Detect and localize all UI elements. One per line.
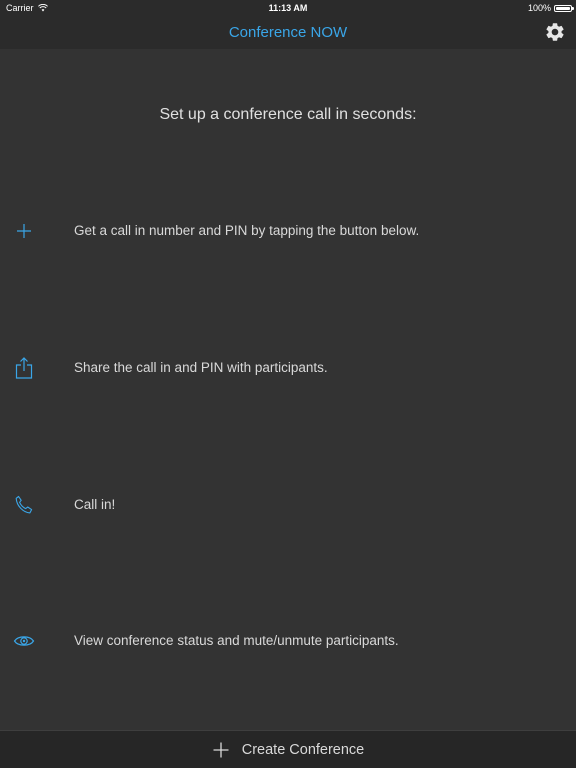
- step-view-status: View conference status and mute/unmute p…: [0, 629, 576, 659]
- step-text: Call in!: [74, 497, 116, 512]
- step-text: Share the call in and PIN with participa…: [74, 360, 328, 375]
- battery-indicator: 100%: [527, 3, 574, 13]
- status-time: 11:13 AM: [268, 3, 308, 13]
- step-text: Get a call in number and PIN by tapping …: [74, 223, 420, 238]
- step-text: View conference status and mute/unmute p…: [74, 633, 399, 648]
- create-conference-button[interactable]: Create Conference: [0, 730, 576, 768]
- create-conference-label: Create Conference: [241, 741, 365, 758]
- step-share: Share the call in and PIN with participa…: [0, 356, 576, 386]
- page-headline: Set up a conference call in seconds:: [159, 106, 417, 123]
- status-bar: Carrier 11:13 AM 100%: [0, 0, 576, 16]
- step-call-in: Call in!: [0, 493, 576, 523]
- eye-icon: [13, 636, 35, 646]
- step-get-number: Get a call in number and PIN by tapping …: [0, 219, 576, 249]
- phone-icon: [15, 495, 33, 514]
- nav-title: Conference NOW: [228, 24, 348, 41]
- battery-icon: [554, 4, 574, 12]
- settings-button[interactable]: [544, 21, 566, 43]
- navigation-bar: Conference NOW: [0, 16, 576, 49]
- plus-icon: [17, 224, 31, 238]
- plus-icon: [213, 742, 229, 757]
- share-icon: [15, 357, 33, 379]
- gear-icon: [546, 23, 564, 41]
- battery-percent: 100%: [527, 3, 551, 13]
